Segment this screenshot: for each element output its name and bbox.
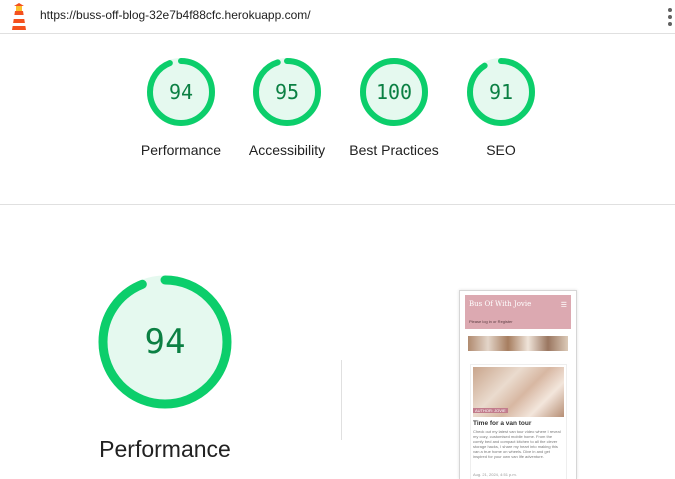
best-practices-score: 100 (375, 80, 413, 104)
thumbnail-author-tag: AUTHOR: JOVIE (473, 408, 508, 413)
thumbnail-post-card: AUTHOR: JOVIE Time for a van tour Check … (470, 364, 567, 479)
lighthouse-icon (12, 3, 26, 30)
thumbnail-post-title: Time for a van tour (473, 420, 532, 427)
performance-detail-gauge: 94 (98, 275, 232, 409)
performance-label: Performance (140, 142, 222, 158)
performance-gauge[interactable]: 94 (146, 57, 216, 127)
seo-label: SEO (486, 142, 516, 158)
thumbnail-post-excerpt: Check out my latest van tour video where… (473, 429, 561, 459)
page-url[interactable]: https://buss-off-blog-32e7b4f88cfc.herok… (40, 8, 311, 22)
section-divider (0, 204, 675, 205)
performance-detail-score: 94 (144, 322, 186, 362)
report-url-bar: https://buss-off-blog-32e7b4f88cfc.herok… (0, 0, 675, 34)
best-practices-label: Best Practices (349, 142, 439, 158)
hamburger-icon: ☰ (560, 302, 567, 309)
thumbnail-brand: Bus Of With Jovie (469, 300, 532, 308)
accessibility-gauge[interactable]: 95 (252, 57, 322, 127)
thumbnail-banner-image (468, 336, 568, 351)
seo-score: 91 (488, 80, 514, 104)
thumbnail-post-date: Aug. 21, 2024, 4:51 p.m. (473, 472, 517, 477)
seo-gauge[interactable]: 91 (466, 57, 536, 127)
best-practices-gauge[interactable]: 100 (359, 57, 429, 127)
accessibility-score: 95 (274, 80, 300, 104)
vertical-dots-icon[interactable] (668, 6, 674, 28)
performance-detail-label: Performance (99, 436, 231, 462)
thumbnail-site-header: Bus Of With Jovie ☰ Please log in or Reg… (465, 295, 571, 329)
accessibility-label: Accessibility (248, 142, 326, 158)
performance-score: 94 (168, 80, 194, 104)
vertical-divider (341, 360, 342, 440)
final-screenshot-thumbnail[interactable]: Bus Of With Jovie ☰ Please log in or Reg… (459, 290, 577, 479)
thumbnail-login-text: Please log in or Register (469, 319, 513, 324)
